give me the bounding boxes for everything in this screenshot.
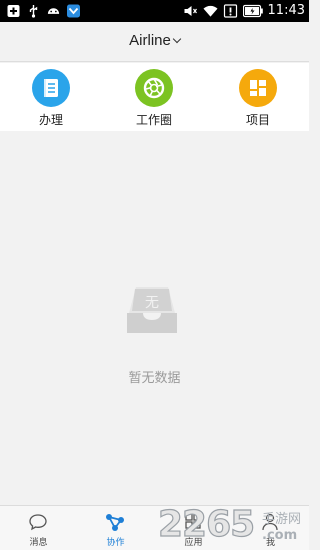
- feature-gongzuoquan[interactable]: 工作圈: [114, 63, 194, 131]
- tab-label: 协作: [106, 538, 125, 548]
- usb-icon: [29, 5, 38, 18]
- app-badge-icon: [67, 4, 80, 18]
- top-header: Airline: [0, 22, 309, 62]
- org-switcher[interactable]: Airline: [0, 32, 309, 49]
- tab-label: 消息: [29, 538, 48, 548]
- network-icon: [106, 514, 124, 531]
- empty-glyph: 无: [145, 295, 159, 311]
- feature-shortcuts: 办理 工作圈 项目: [0, 63, 309, 131]
- mute-icon: [184, 6, 197, 16]
- header-title: Airline: [129, 32, 171, 49]
- watermark-number: 2265: [158, 504, 254, 544]
- watermark-suffix: .com: [262, 528, 297, 543]
- android-icon: [47, 8, 60, 14]
- plus-icon: [7, 5, 20, 17]
- empty-tray-icon: 无: [127, 287, 177, 333]
- empty-message: 暂无数据: [128, 371, 181, 386]
- site-watermark: 2265 手游网 .com: [158, 503, 301, 544]
- grid-icon: [239, 69, 277, 107]
- tab-collaboration[interactable]: 协作: [77, 506, 154, 550]
- watermark-tag: 手游网: [262, 512, 301, 527]
- wifi-icon: [203, 5, 218, 17]
- document-icon: [32, 69, 70, 107]
- tab-messages[interactable]: 消息: [0, 506, 77, 550]
- feature-label: 工作圈: [135, 113, 172, 127]
- status-bar: 11:43: [0, 0, 309, 22]
- aperture-icon: [135, 69, 173, 107]
- feature-label: 办理: [38, 113, 63, 127]
- battery-icon: [242, 4, 263, 18]
- chevron-down-icon: [172, 34, 182, 44]
- alert-icon: [223, 4, 237, 18]
- feature-label: 项目: [245, 113, 270, 127]
- clock: 11:43: [267, 3, 305, 18]
- feature-banli[interactable]: 办理: [11, 63, 91, 131]
- chat-icon: [29, 514, 47, 531]
- feature-xiangmu[interactable]: 项目: [218, 63, 298, 131]
